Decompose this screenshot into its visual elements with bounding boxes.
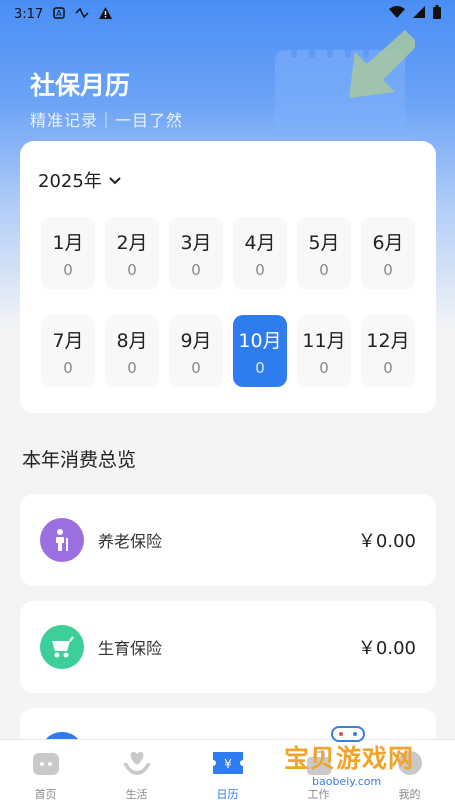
baby-stroller-icon: [40, 625, 84, 669]
calendar-ticket-icon: ¥: [211, 749, 245, 781]
month-value: 0: [383, 260, 393, 279]
a-icon: A: [53, 6, 65, 22]
year-selector[interactable]: 2025年: [38, 167, 122, 193]
month-value: 0: [319, 358, 329, 377]
month-value: 0: [255, 260, 265, 279]
signal-icon: [413, 6, 425, 22]
month-cell[interactable]: 4月 0: [233, 217, 287, 289]
watermark-url: baobeiy.com: [308, 775, 386, 788]
month-label: 1月: [52, 231, 84, 254]
month-label: 6月: [372, 231, 404, 254]
year-label: 2025年: [38, 171, 102, 192]
tab-label: 首页: [34, 788, 57, 801]
elderly-icon: [40, 518, 84, 562]
watermark-text: 宝贝游戏网: [284, 744, 415, 773]
pension-insurance-card[interactable]: 养老保险 ￥0.00: [20, 494, 436, 586]
month-cell[interactable]: 2月 0: [105, 217, 159, 289]
month-cell[interactable]: 8月 0: [105, 315, 159, 387]
heart-hand-icon: [121, 749, 153, 781]
watermark: 宝贝游戏网 baobeiy.com: [278, 725, 428, 795]
nfc-icon: [75, 7, 89, 21]
month-cell[interactable]: 6月 0: [361, 217, 415, 289]
month-value: 0: [127, 260, 137, 279]
svg-text:¥: ¥: [224, 757, 232, 771]
tab-label: 日历: [216, 788, 239, 801]
month-calendar-card: 2025年 1月 0 2月 0 3月 0 4月 0 5月 0 6月 0 7月 0 8月 0 9月…: [20, 141, 436, 413]
month-cell[interactable]: 9月 0: [169, 315, 223, 387]
month-cell[interactable]: 7月 0: [41, 315, 95, 387]
month-cell[interactable]: 5月 0: [297, 217, 351, 289]
month-label: 2月: [116, 231, 148, 254]
tab-label: 生活: [125, 788, 148, 801]
month-value: 0: [319, 260, 329, 279]
insurance-amount: ￥0.00: [357, 531, 416, 552]
insurance-amount: ￥0.00: [357, 638, 416, 659]
svg-text:A: A: [56, 9, 62, 18]
insurance-name: 生育保险: [98, 639, 163, 658]
chevron-down-icon: [108, 170, 122, 191]
wifi-icon: [389, 6, 405, 22]
months-grid: 1月 0 2月 0 3月 0 4月 0 5月 0 6月 0 7月 0 8月 0 9月 0 10月 0…: [41, 217, 416, 387]
page-title: 社保月历: [30, 71, 131, 100]
month-label: 12月: [366, 329, 410, 352]
insurance-name: 养老保险: [98, 532, 163, 551]
month-label: 4月: [244, 231, 276, 254]
month-label: 8月: [116, 329, 148, 352]
tab-home[interactable]: 首页: [0, 740, 91, 810]
month-cell-selected[interactable]: 10月 0: [233, 315, 287, 387]
status-time: 3:17: [14, 6, 44, 22]
month-label: 3月: [180, 231, 212, 254]
month-cell[interactable]: 1月 0: [41, 217, 95, 289]
month-cell[interactable]: 12月 0: [361, 315, 415, 387]
maternity-insurance-card[interactable]: 生育保险 ￥0.00: [20, 601, 436, 693]
month-label: 5月: [308, 231, 340, 254]
battery-icon: [433, 5, 441, 23]
month-value: 0: [255, 358, 265, 377]
month-cell[interactable]: 3月 0: [169, 217, 223, 289]
month-label: 7月: [52, 329, 84, 352]
status-bar: 3:17 A: [0, 0, 455, 28]
month-value: 0: [127, 358, 137, 377]
overview-title: 本年消费总览: [22, 449, 137, 471]
month-value: 0: [191, 358, 201, 377]
home-icon: [31, 749, 61, 781]
month-label: 11月: [302, 329, 346, 352]
month-value: 0: [63, 358, 73, 377]
month-value: 0: [383, 358, 393, 377]
month-value: 0: [63, 260, 73, 279]
warning-icon: [99, 6, 113, 22]
month-cell[interactable]: 11月 0: [297, 315, 351, 387]
calendar-arrow-illustration: [245, 28, 419, 138]
month-value: 0: [191, 260, 201, 279]
tab-calendar[interactable]: ¥ 日历: [182, 740, 273, 810]
month-label: 10月: [238, 329, 282, 352]
month-label: 9月: [180, 329, 212, 352]
page-subtitle: 精准记录｜一目了然: [30, 111, 184, 130]
tab-life[interactable]: 生活: [91, 740, 182, 810]
